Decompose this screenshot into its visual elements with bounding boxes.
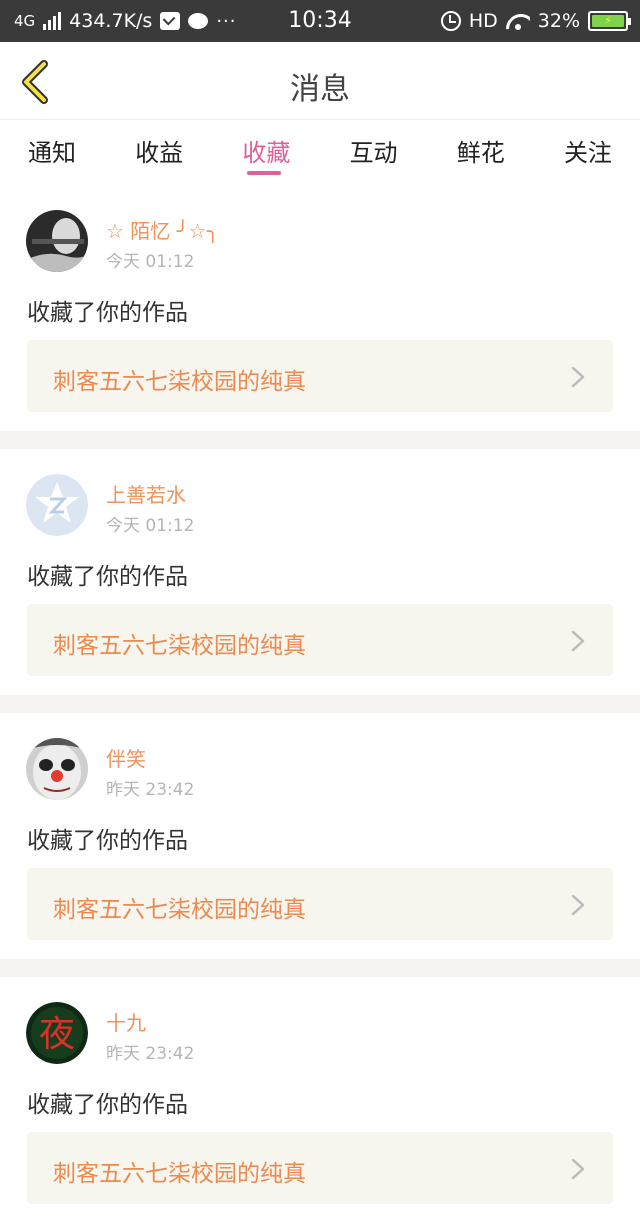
work-title: 刺客五六七柒校园的纯真: [53, 369, 306, 395]
signal-icon: [43, 12, 62, 30]
message-time: 今天 01:12: [106, 516, 195, 536]
svg-text:夜: 夜: [39, 1014, 75, 1055]
alarm-icon: [440, 11, 461, 31]
avatar[interactable]: [26, 738, 88, 800]
page-title: 消息: [290, 72, 350, 107]
tab-notifications[interactable]: 通知: [24, 121, 80, 185]
chevron-right-icon: [571, 366, 585, 388]
battery-percent: 32%: [537, 10, 580, 32]
separator: [0, 959, 640, 977]
user-name[interactable]: 上善若水: [106, 479, 186, 508]
network-type: 4G: [14, 12, 36, 30]
tab-flowers[interactable]: 鲜花: [453, 121, 509, 185]
message-text: 收藏了你的作品: [27, 300, 188, 326]
work-link[interactable]: 刺客五六七柒校园的纯真: [27, 604, 613, 676]
message-time: 昨天 23:42: [106, 1044, 195, 1064]
red-character-avatar-icon: 夜: [26, 1002, 88, 1064]
chevron-right-icon: [571, 894, 585, 916]
clown-face-avatar-icon: [26, 738, 88, 800]
user-name[interactable]: 伴笑: [106, 743, 146, 772]
work-title: 刺客五六七柒校园的纯真: [53, 633, 306, 659]
message-time: 今天 01:12: [106, 252, 195, 272]
tab-favorites[interactable]: 收藏: [238, 121, 294, 185]
message-time: 昨天 23:42: [106, 780, 195, 800]
avatar[interactable]: [26, 210, 88, 272]
avatar[interactable]: [26, 474, 88, 536]
message-text: 收藏了你的作品: [27, 564, 188, 590]
tab-bar: 通知 收益 收藏 互动 鲜花 关注: [0, 121, 640, 185]
user-name[interactable]: 十九: [106, 1007, 146, 1036]
work-link[interactable]: 刺客五六七柒校园的纯真: [27, 868, 613, 940]
work-link[interactable]: 刺客五六七柒校园的纯真: [27, 340, 613, 412]
status-bar: 4G 434.7K/s ··· 10:34 HD 32% ⚡: [0, 0, 640, 42]
separator: [0, 431, 640, 449]
message-card: 上善若水 今天 01:12 收藏了你的作品 刺客五六七柒校园的纯真: [0, 449, 640, 695]
tab-follows[interactable]: 关注: [560, 121, 616, 185]
message-card: ☆ 陌忆 ╯☆╮ 今天 01:12 收藏了你的作品 刺客五六七柒校园的纯真: [0, 185, 640, 431]
message-list: ☆ 陌忆 ╯☆╮ 今天 01:12 收藏了你的作品 刺客五六七柒校园的纯真 上善…: [0, 185, 640, 1223]
wifi-icon: [506, 12, 530, 30]
hd-indicator: HD: [468, 10, 498, 32]
chat-icon: [188, 13, 209, 29]
message-text: 收藏了你的作品: [27, 828, 188, 854]
message-card: 夜 十九 昨天 23:42 收藏了你的作品 刺客五六七柒校园的纯真: [0, 977, 640, 1223]
notification-icon: [160, 12, 181, 30]
work-title: 刺客五六七柒校园的纯真: [53, 897, 306, 923]
more-notifications-icon: ···: [216, 10, 237, 32]
default-avatar-icon: [26, 474, 88, 536]
battery-icon: ⚡: [588, 11, 631, 31]
chevron-right-icon: [571, 630, 585, 652]
tab-interactions[interactable]: 互动: [346, 121, 402, 185]
dark-photo-avatar-icon: [26, 210, 88, 272]
work-link[interactable]: 刺客五六七柒校园的纯真: [27, 1132, 613, 1204]
header: 消息: [0, 42, 640, 120]
work-title: 刺客五六七柒校园的纯真: [53, 1161, 306, 1187]
tab-earnings[interactable]: 收益: [131, 121, 187, 185]
separator: [0, 695, 640, 713]
chevron-right-icon: [571, 1158, 585, 1180]
avatar[interactable]: 夜: [26, 1002, 88, 1064]
user-name[interactable]: ☆ 陌忆 ╯☆╮: [106, 215, 219, 244]
message-text: 收藏了你的作品: [27, 1092, 188, 1118]
message-card: 伴笑 昨天 23:42 收藏了你的作品 刺客五六七柒校园的纯真: [0, 713, 640, 959]
network-speed: 434.7K/s: [69, 10, 153, 32]
